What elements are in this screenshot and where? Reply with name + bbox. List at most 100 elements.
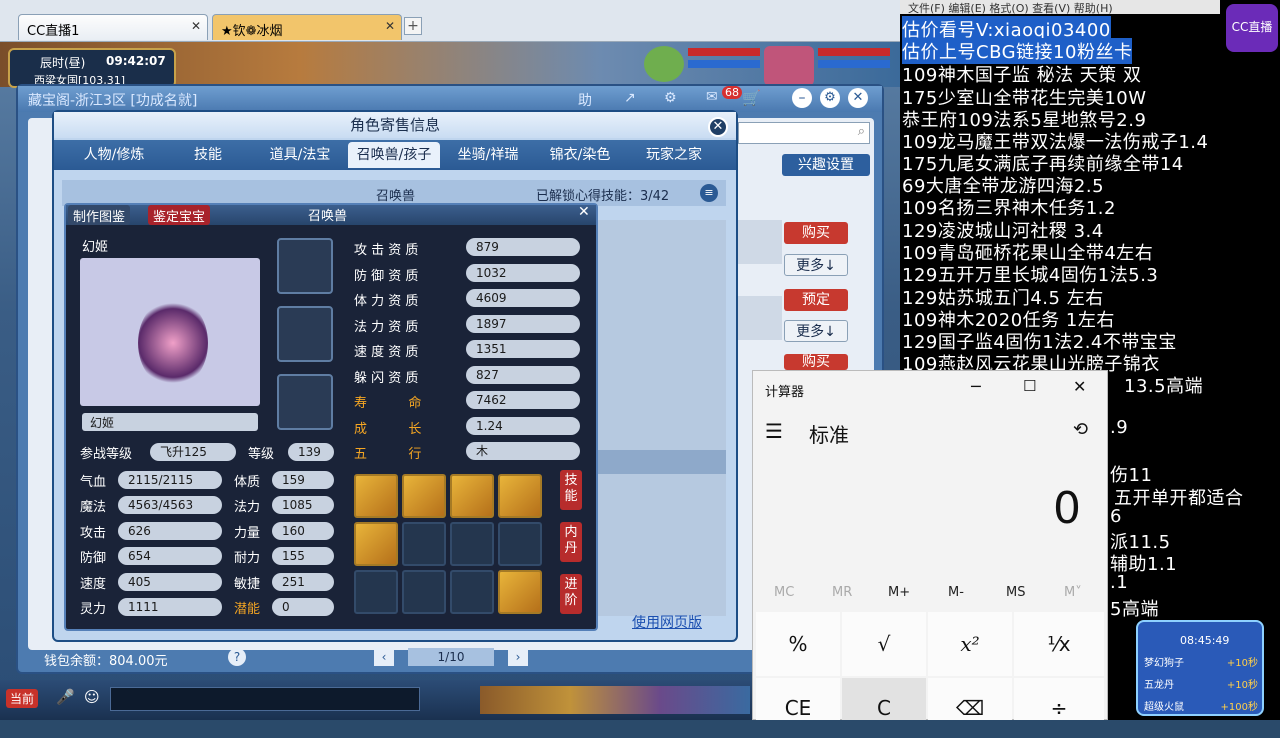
cart-icon[interactable] <box>738 296 782 340</box>
tab-home[interactable]: 玩家之家 <box>632 142 716 168</box>
close-icon[interactable]: ✕ <box>848 88 868 108</box>
minimize-icon[interactable]: – <box>792 88 812 108</box>
gift-value: +100秒 <box>1220 702 1258 713</box>
tab-skills[interactable]: 技能 <box>178 142 238 168</box>
tab-summons[interactable]: 召唤兽/孩子 <box>348 142 440 168</box>
more-button[interactable]: 更多↓ <box>784 320 848 342</box>
battle-level-value: 飞升125 <box>150 443 236 461</box>
reciprocal-button[interactable]: ¹⁄x <box>1014 612 1104 676</box>
reserve-button[interactable]: 预定 <box>784 289 848 311</box>
pet-mp-bar <box>818 60 890 68</box>
stat-label: 防御 <box>80 551 107 566</box>
close-icon[interactable]: ✕ <box>708 117 728 137</box>
aptitude-label: 体 力 资 质 <box>354 294 419 309</box>
aptitude-value: 1032 <box>466 264 580 282</box>
browser-tab-player[interactable]: ★钦❁冰烟 ✕ <box>212 14 402 40</box>
message-icon[interactable]: ✉ <box>706 89 718 105</box>
square-button[interactable]: x² <box>928 612 1012 676</box>
close-icon[interactable]: ✕ <box>191 19 201 33</box>
history-icon[interactable]: ⟲ <box>1073 419 1088 440</box>
attr-value: 251 <box>272 573 334 591</box>
skill-icon-2[interactable] <box>402 474 446 518</box>
memory-add-button[interactable]: M+ <box>888 585 910 600</box>
shortcut-icons[interactable] <box>480 686 750 714</box>
search-icon[interactable]: ⌕ <box>858 124 865 139</box>
percent-button[interactable]: % <box>756 612 840 676</box>
overlay-line: .1 <box>1110 572 1129 593</box>
help-icon[interactable]: ? <box>228 648 246 666</box>
skill-icon-1[interactable] <box>354 474 398 518</box>
microphone-icon[interactable]: 🎤 <box>56 688 75 706</box>
divide-button[interactable]: ÷ <box>1014 678 1104 720</box>
buy-button[interactable]: 购买 <box>784 354 848 370</box>
level-value: 139 <box>288 443 334 461</box>
minimize-icon[interactable]: ─ <box>971 377 981 396</box>
help-icon[interactable]: 助 <box>578 90 592 110</box>
memory-recall-button[interactable]: MR <box>832 585 852 600</box>
close-icon[interactable]: ✕ <box>385 19 395 33</box>
equipment-slot-3[interactable] <box>277 374 333 430</box>
search-input[interactable]: ⌕ <box>738 122 870 144</box>
player-avatar[interactable] <box>764 46 814 86</box>
clear-entry-button[interactable]: CE <box>756 678 840 720</box>
cart-icon[interactable] <box>738 220 782 264</box>
calculator-mode: 标准 <box>809 423 849 447</box>
lifespan-value: 7462 <box>466 391 580 409</box>
list-icon[interactable]: ≡ <box>700 184 718 202</box>
close-icon[interactable]: ✕ <box>1073 377 1086 396</box>
emoji-icon[interactable]: ☺ <box>84 688 100 706</box>
side-tab-core[interactable]: 内丹 <box>560 522 582 562</box>
settings-icon[interactable]: ⚙ <box>664 90 677 106</box>
new-tab-button[interactable]: + <box>404 17 422 35</box>
memory-clear-button[interactable]: MC <box>774 585 794 600</box>
aptitude-label: 法 力 资 质 <box>354 320 419 335</box>
skill-icon-3[interactable] <box>450 474 494 518</box>
memory-subtract-button[interactable]: M- <box>948 585 964 600</box>
backspace-button[interactable]: ⌫ <box>928 678 1012 720</box>
clear-button[interactable]: C <box>842 678 926 720</box>
aptitude-label: 速 度 资 质 <box>354 345 419 360</box>
tab-outfits[interactable]: 锦衣/染色 <box>538 142 622 168</box>
summon-list-selected[interactable] <box>598 450 726 474</box>
gear-icon[interactable]: ⚙ <box>820 88 840 108</box>
stat-value: 405 <box>118 573 222 591</box>
appraise-button[interactable]: 鉴定宝宝 <box>148 205 211 225</box>
stat-value: 2115/2115 <box>118 471 222 489</box>
maximize-icon[interactable]: ☐ <box>1023 377 1036 395</box>
pet-name: 幻姬 <box>82 240 109 255</box>
memory-list-button[interactable]: M˅ <box>1064 585 1082 600</box>
skill-icon-5[interactable] <box>354 522 398 566</box>
web-version-link[interactable]: 使用网页版 <box>632 612 702 632</box>
game-clock: 辰时(昼) 09:42:07 西梁女国[103,31] <box>8 48 176 88</box>
browser-tab-cc[interactable]: CC直播1 ✕ <box>18 14 208 40</box>
memory-store-button[interactable]: MS <box>1006 585 1025 600</box>
skill-icon-4[interactable] <box>498 474 542 518</box>
channel-current[interactable]: 当前 <box>6 689 39 708</box>
menu-icon[interactable]: ☰ <box>765 419 783 443</box>
pet-avatar[interactable] <box>644 46 684 82</box>
side-tab-advance[interactable]: 进阶 <box>560 574 582 614</box>
more-button[interactable]: 更多↓ <box>784 254 848 276</box>
skill-icon-6[interactable] <box>498 570 542 614</box>
unlock-skills: 已解锁心得技能：3/42 <box>536 189 670 204</box>
buy-button[interactable]: 购买 <box>784 222 848 244</box>
cart-icon[interactable]: 🛒 <box>742 89 761 107</box>
side-tab-skills[interactable]: 技能 <box>560 470 582 510</box>
tab-items[interactable]: 道具/法宝 <box>258 142 342 168</box>
interest-settings-button[interactable]: 兴趣设置 <box>782 154 870 176</box>
chat-input[interactable] <box>110 687 420 711</box>
close-icon[interactable]: ✕ <box>578 204 590 220</box>
next-page-button[interactable]: › <box>508 648 528 666</box>
equipment-slot-1[interactable] <box>277 238 333 294</box>
tab-character[interactable]: 人物/修炼 <box>72 142 156 168</box>
make-catalog-button[interactable]: 制作图鉴 <box>68 205 131 225</box>
tab-label: CC直播1 <box>27 24 80 39</box>
share-icon[interactable]: ↗ <box>624 90 636 106</box>
prev-page-button[interactable]: ‹ <box>374 648 394 666</box>
sqrt-button[interactable]: √ <box>842 612 926 676</box>
tab-mounts[interactable]: 坐骑/祥瑞 <box>446 142 530 168</box>
attr-value: 159 <box>272 471 334 489</box>
overlay-line: 13.5高端 <box>1124 376 1204 397</box>
skill-slot-empty <box>450 570 494 614</box>
equipment-slot-2[interactable] <box>277 306 333 362</box>
